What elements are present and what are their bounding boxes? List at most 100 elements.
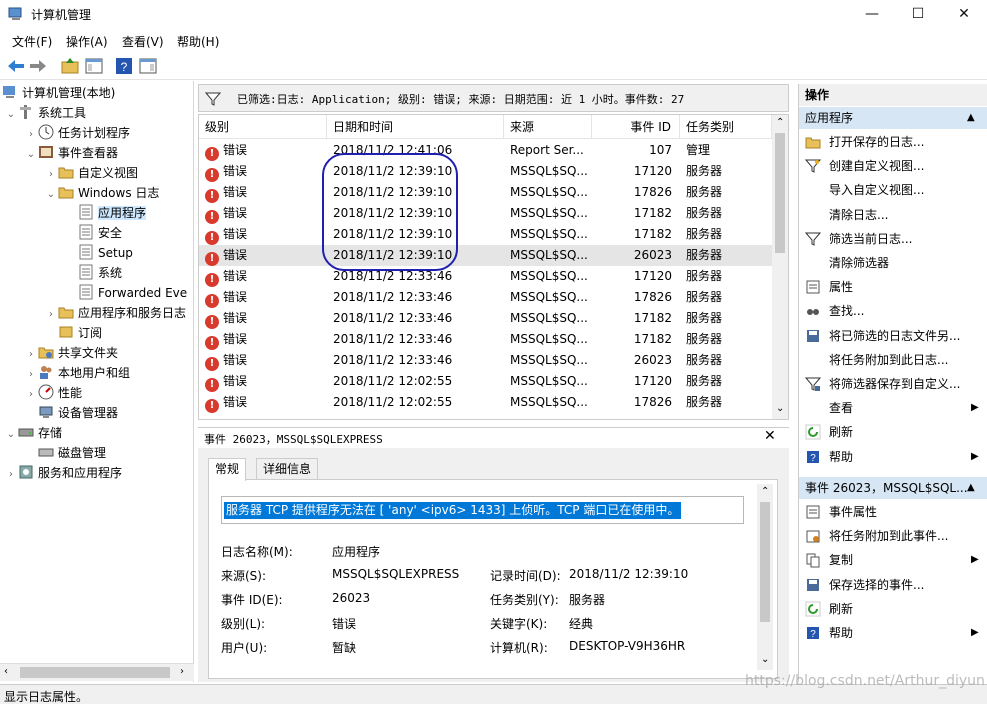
action-item[interactable]: 导入自定义视图...	[799, 178, 987, 202]
event-message-box[interactable]: 服务器 TCP 提供程序无法在 [ 'any' <ipv6> 1433] 上侦听…	[221, 496, 744, 524]
collapse-arrow-icon[interactable]: ⌄	[4, 425, 18, 445]
scroll-thumb[interactable]	[775, 133, 785, 253]
action-item[interactable]: 事件属性	[799, 500, 987, 524]
collapse-section-icon[interactable]: ▲	[967, 107, 975, 129]
action-item[interactable]: 查找...	[799, 299, 987, 323]
maximize-button[interactable]: ☐	[895, 0, 941, 30]
tree-node-services-applications[interactable]: › 服务和应用程序	[4, 463, 122, 483]
table-row[interactable]: ! 错误 2018/11/2 12:39:10 MSSQL$SQ... 17182 服务器	[199, 203, 772, 224]
scroll-right-icon[interactable]: ›	[180, 666, 184, 677]
tree-node-windows-logs[interactable]: ⌄ Windows 日志	[44, 183, 160, 205]
tree-node-security[interactable]: 安全	[64, 223, 122, 243]
action-item[interactable]: 清除日志...	[799, 203, 987, 227]
tree-node-custom-views[interactable]: › 自定义视图	[44, 163, 138, 183]
show-hide-tree-icon[interactable]	[84, 56, 104, 76]
table-row[interactable]: ! 错误 2018/11/2 12:33:46 MSSQL$SQ... 17182 服务器	[199, 308, 772, 329]
table-row[interactable]: ! 错误 2018/11/2 12:33:46 MSSQL$SQ... 17826 服务器	[199, 287, 772, 308]
tab-details[interactable]: 详细信息	[256, 458, 319, 480]
table-row[interactable]: ! 错误 2018/11/2 12:41:06 Report Ser... 107 管理	[199, 140, 772, 161]
action-item[interactable]: 将筛选器保存到自定义...	[799, 372, 987, 396]
scroll-up-icon[interactable]: ⌃	[776, 117, 784, 128]
action-item[interactable]: 将任务附加到此事件...	[799, 524, 987, 548]
action-item[interactable]: 属性	[799, 275, 987, 299]
close-detail-icon[interactable]: ✕	[764, 428, 776, 444]
tab-general[interactable]: 常规	[208, 458, 247, 481]
collapse-arrow-icon[interactable]: ⌄	[24, 145, 38, 165]
tree-node-shared-folders[interactable]: › 共享文件夹	[24, 343, 118, 363]
collapse-arrow-icon[interactable]: ⌄	[4, 105, 18, 125]
column-level[interactable]: 级别	[199, 115, 327, 139]
table-row[interactable]: ! 错误 2018/11/2 12:39:10 MSSQL$SQ... 26023 服务器	[199, 245, 772, 266]
table-row[interactable]: ! 错误 2018/11/2 12:33:46 MSSQL$SQ... 17182 服务器	[199, 329, 772, 350]
forward-arrow-icon[interactable]	[28, 56, 48, 76]
collapse-section-icon[interactable]: ▲	[967, 477, 975, 499]
tree-node-application[interactable]: 应用程序	[64, 203, 147, 223]
action-item[interactable]: 刷新	[799, 597, 987, 621]
column-task-category[interactable]: 任务类别	[680, 115, 772, 139]
scroll-thumb[interactable]	[760, 502, 770, 622]
expand-arrow-icon[interactable]: ›	[44, 165, 58, 185]
up-folder-icon[interactable]	[60, 56, 80, 76]
expand-arrow-icon[interactable]: ›	[24, 365, 38, 385]
action-item[interactable]: 将任务附加到此日志...	[799, 348, 987, 372]
tree-horizontal-scrollbar[interactable]: ‹ ›	[0, 663, 194, 681]
actions-section-application[interactable]: 应用程序 ▲	[799, 107, 987, 129]
tree-node-disk-management[interactable]: 磁盘管理	[24, 443, 106, 463]
action-item[interactable]: 清除筛选器	[799, 251, 987, 275]
back-arrow-icon[interactable]	[6, 56, 26, 76]
tree-node-setup[interactable]: Setup	[64, 243, 133, 263]
tree-node-app-service-logs[interactable]: › 应用程序和服务日志	[44, 303, 186, 323]
table-row[interactable]: ! 错误 2018/11/2 12:39:10 MSSQL$SQ... 17182 服务器	[199, 224, 772, 245]
tree-node-local-users-groups[interactable]: › 本地用户和组	[24, 363, 130, 383]
scroll-thumb[interactable]	[20, 667, 170, 678]
column-datetime[interactable]: 日期和时间	[327, 115, 504, 139]
tree-node-device-manager[interactable]: 设备管理器	[24, 403, 118, 423]
expand-arrow-icon[interactable]: ›	[4, 465, 18, 485]
expand-arrow-icon[interactable]: ›	[24, 125, 38, 145]
table-row[interactable]: ! 错误 2018/11/2 12:39:10 MSSQL$SQ... 17826 服务器	[199, 182, 772, 203]
action-item[interactable]: 保存选择的事件...	[799, 573, 987, 597]
tree-node-system-tools[interactable]: ⌄ 系统工具	[4, 103, 86, 123]
detail-vertical-scrollbar[interactable]: ⌃ ⌄	[757, 484, 773, 670]
action-item[interactable]: 创建自定义视图...	[799, 154, 987, 178]
event-message[interactable]: 服务器 TCP 提供程序无法在 [ 'any' <ipv6> 1433] 上侦听…	[224, 502, 682, 519]
scroll-up-icon[interactable]: ⌃	[761, 486, 769, 497]
close-button[interactable]: ✕	[941, 0, 987, 30]
actions-section-event[interactable]: 事件 26023，MSSQL$SQL... ▲	[799, 477, 987, 499]
table-row[interactable]: ! 错误 2018/11/2 12:33:46 MSSQL$SQ... 17120 服务器	[199, 266, 772, 287]
scroll-left-icon[interactable]: ‹	[4, 666, 8, 677]
scroll-down-icon[interactable]: ⌄	[776, 403, 784, 414]
tree-node-storage[interactable]: ⌄ 存储	[4, 423, 62, 443]
table-row[interactable]: ! 错误 2018/11/2 12:39:10 MSSQL$SQ... 17120 服务器	[199, 161, 772, 182]
tree-node-event-viewer[interactable]: ⌄ 事件查看器	[24, 143, 118, 163]
action-item[interactable]: ? 帮助 ▶	[799, 445, 987, 469]
table-row[interactable]: ! 错误 2018/11/2 12:02:55 MSSQL$SQ... 17120 服务器	[199, 371, 772, 392]
action-item[interactable]: 刷新	[799, 420, 987, 444]
expand-arrow-icon[interactable]: ›	[44, 305, 58, 325]
table-row[interactable]: ! 错误 2018/11/2 12:02:55 MSSQL$SQ... 17826 服务器	[199, 392, 772, 413]
tree-node-performance[interactable]: › 性能	[24, 383, 82, 403]
menu-file[interactable]: 文件(F)	[12, 33, 52, 50]
action-item[interactable]: 筛选当前日志...	[799, 227, 987, 251]
tree-node-system[interactable]: 系统	[64, 263, 122, 283]
menu-action[interactable]: 操作(A)	[66, 33, 108, 50]
scroll-down-icon[interactable]: ⌄	[761, 654, 769, 665]
tree-node-task-scheduler[interactable]: › 任务计划程序	[24, 123, 130, 143]
collapse-arrow-icon[interactable]: ⌄	[44, 185, 58, 205]
column-source[interactable]: 来源	[504, 115, 592, 139]
expand-arrow-icon[interactable]: ›	[24, 345, 38, 365]
tree-node-subscriptions[interactable]: 订阅	[44, 323, 102, 343]
table-row[interactable]: ! 错误 2018/11/2 12:33:46 MSSQL$SQ... 26023 服务器	[199, 350, 772, 371]
grid-vertical-scrollbar[interactable]: ⌃ ⌄	[772, 115, 788, 419]
action-item[interactable]: 将已筛选的日志文件另...	[799, 324, 987, 348]
action-item[interactable]: 查看 ▶	[799, 396, 987, 420]
tree-node-forwarded-events[interactable]: Forwarded Eve	[64, 283, 187, 303]
action-item[interactable]: 复制 ▶	[799, 548, 987, 572]
expand-arrow-icon[interactable]: ›	[24, 385, 38, 405]
action-item[interactable]: 打开保存的日志...	[799, 130, 987, 154]
action-item[interactable]: ? 帮助 ▶	[799, 621, 987, 645]
column-event-id[interactable]: 事件 ID	[592, 115, 680, 139]
menu-view[interactable]: 查看(V)	[122, 33, 164, 50]
menu-help[interactable]: 帮助(H)	[177, 33, 219, 50]
show-hide-action-pane-icon[interactable]	[138, 56, 158, 76]
